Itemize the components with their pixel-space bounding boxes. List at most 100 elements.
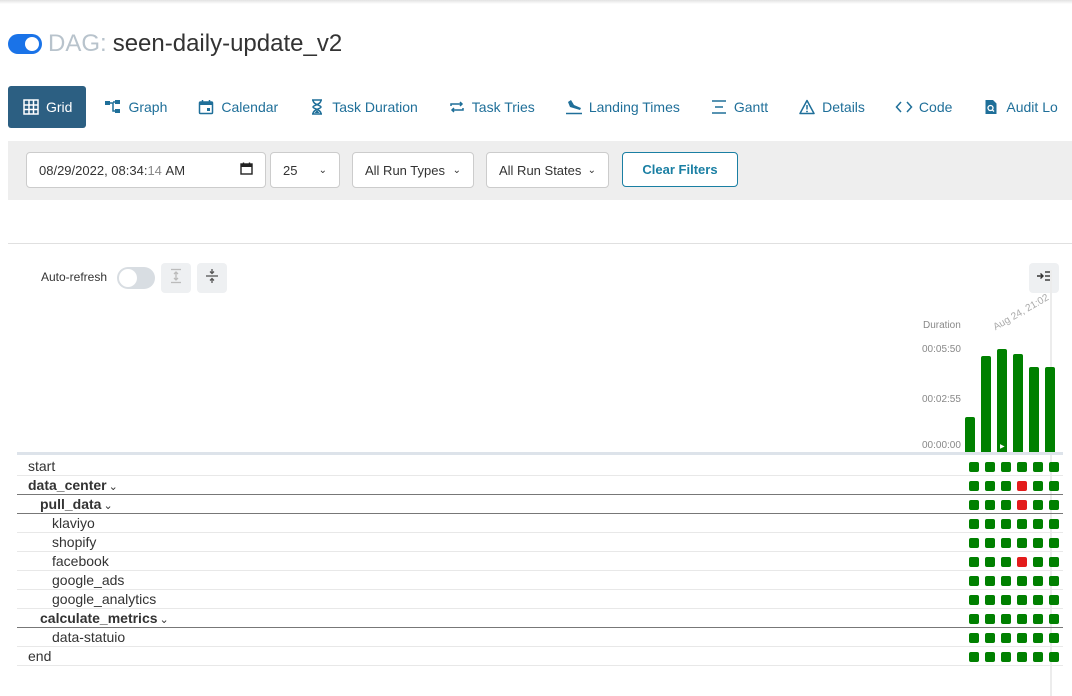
task-group-name[interactable]: data_center ⌄ <box>28 477 118 493</box>
dag-pause-toggle[interactable] <box>8 34 42 54</box>
task-name[interactable]: start <box>28 458 55 474</box>
task-instance-success[interactable] <box>985 576 995 586</box>
tab-audit-log[interactable]: Audit Lo <box>970 86 1069 128</box>
tab-gantt[interactable]: Gantt <box>698 86 780 128</box>
task-instance-failed[interactable] <box>1017 557 1027 567</box>
task-instance-success[interactable] <box>1017 462 1027 472</box>
calendar-picker-icon[interactable] <box>240 162 253 178</box>
task-name[interactable]: shopify <box>52 534 96 550</box>
chevron-down-icon[interactable]: ⌄ <box>109 481 118 493</box>
task-instance-success[interactable] <box>985 500 995 510</box>
task-row[interactable]: google_ads <box>17 571 1063 590</box>
task-instance-success[interactable] <box>969 481 979 491</box>
tab-calendar[interactable]: Calendar <box>185 86 290 128</box>
tab-task-duration[interactable]: Task Duration <box>296 86 430 128</box>
task-instance-success[interactable] <box>969 519 979 529</box>
expand-all-button[interactable] <box>161 263 191 293</box>
task-name[interactable]: data-statuio <box>52 629 125 645</box>
task-instance-success[interactable] <box>1049 462 1059 472</box>
task-instance-success[interactable] <box>985 481 995 491</box>
task-instance-success[interactable] <box>969 500 979 510</box>
task-instance-success[interactable] <box>1033 595 1043 605</box>
task-name[interactable]: end <box>28 648 51 664</box>
task-instance-success[interactable] <box>1033 462 1043 472</box>
task-instance-success[interactable] <box>1017 614 1027 624</box>
task-group-name[interactable]: pull_data ⌄ <box>40 496 113 512</box>
task-instance-success[interactable] <box>1001 557 1011 567</box>
task-instance-success[interactable] <box>1001 481 1011 491</box>
task-instance-success[interactable] <box>969 633 979 643</box>
clear-filters-button[interactable]: Clear Filters <box>622 152 738 187</box>
task-name[interactable]: klaviyo <box>52 515 95 531</box>
run-states-select[interactable]: All Run States ⌄ <box>486 152 609 188</box>
task-instance-success[interactable] <box>1017 633 1027 643</box>
task-instance-success[interactable] <box>969 614 979 624</box>
tab-grid[interactable]: Grid <box>8 86 87 128</box>
task-instance-success[interactable] <box>1049 557 1059 567</box>
task-instance-success[interactable] <box>1001 595 1011 605</box>
run-types-select[interactable]: All Run Types ⌄ <box>352 152 474 188</box>
task-instance-success[interactable] <box>985 538 995 548</box>
task-instance-failed[interactable] <box>1017 481 1027 491</box>
tab-graph[interactable]: Graph <box>92 86 179 128</box>
task-instance-success[interactable] <box>1049 652 1059 662</box>
task-instance-success[interactable] <box>1033 519 1043 529</box>
task-row[interactable]: pull_data ⌄ <box>17 495 1063 514</box>
task-instance-success[interactable] <box>1017 538 1027 548</box>
task-instance-failed[interactable] <box>1017 500 1027 510</box>
task-instance-success[interactable] <box>1033 633 1043 643</box>
task-row[interactable]: shopify <box>17 533 1063 552</box>
task-row[interactable]: data_center ⌄ <box>17 476 1063 495</box>
task-row[interactable]: facebook <box>17 552 1063 571</box>
tab-code[interactable]: Code <box>883 86 964 128</box>
task-name[interactable]: facebook <box>52 553 109 569</box>
task-instance-success[interactable] <box>1001 576 1011 586</box>
task-instance-success[interactable] <box>1033 576 1043 586</box>
task-instance-success[interactable] <box>1001 538 1011 548</box>
task-group-name[interactable]: calculate_metrics ⌄ <box>40 610 169 626</box>
task-instance-success[interactable] <box>1001 633 1011 643</box>
task-instance-success[interactable] <box>1049 481 1059 491</box>
task-instance-success[interactable] <box>1001 500 1011 510</box>
task-instance-success[interactable] <box>969 595 979 605</box>
task-instance-success[interactable] <box>969 652 979 662</box>
tab-landing-times[interactable]: Landing Times <box>553 86 692 128</box>
task-instance-success[interactable] <box>985 652 995 662</box>
num-runs-select[interactable]: 25 ⌄ <box>270 152 340 188</box>
task-row[interactable]: calculate_metrics ⌄ <box>17 609 1063 628</box>
duration-bar[interactable]: ▶ <box>997 349 1007 452</box>
task-instance-success[interactable] <box>1033 538 1043 548</box>
task-instance-success[interactable] <box>1017 576 1027 586</box>
task-row[interactable]: google_analytics <box>17 590 1063 609</box>
auto-refresh-toggle[interactable] <box>117 267 155 289</box>
task-row[interactable]: end <box>17 647 1063 666</box>
task-instance-success[interactable] <box>969 462 979 472</box>
task-instance-success[interactable] <box>985 614 995 624</box>
task-name[interactable]: google_analytics <box>52 591 156 607</box>
task-instance-success[interactable] <box>985 557 995 567</box>
task-instance-success[interactable] <box>1033 481 1043 491</box>
duration-bar[interactable] <box>965 417 975 452</box>
task-row[interactable]: klaviyo <box>17 514 1063 533</box>
task-name[interactable]: google_ads <box>52 572 124 588</box>
task-instance-success[interactable] <box>1017 652 1027 662</box>
duration-bar[interactable] <box>981 356 991 452</box>
task-row[interactable]: start <box>17 457 1063 476</box>
task-row[interactable]: data-statuio <box>17 628 1063 647</box>
chevron-down-icon[interactable]: ⌄ <box>103 500 112 512</box>
task-instance-success[interactable] <box>1001 462 1011 472</box>
duration-bar[interactable] <box>1029 367 1039 452</box>
task-instance-success[interactable] <box>1049 633 1059 643</box>
task-instance-success[interactable] <box>1049 595 1059 605</box>
base-date-input[interactable]: 08/29/2022, 08:34:14 AM <box>26 152 266 188</box>
toggle-details-panel-button[interactable] <box>1029 263 1059 293</box>
task-instance-success[interactable] <box>1033 500 1043 510</box>
task-instance-success[interactable] <box>1033 614 1043 624</box>
task-instance-success[interactable] <box>1001 652 1011 662</box>
task-instance-success[interactable] <box>1001 614 1011 624</box>
chevron-down-icon[interactable]: ⌄ <box>160 614 169 626</box>
task-instance-success[interactable] <box>1049 538 1059 548</box>
task-instance-success[interactable] <box>969 538 979 548</box>
collapse-all-button[interactable] <box>197 263 227 293</box>
tab-details[interactable]: Details <box>786 86 877 128</box>
